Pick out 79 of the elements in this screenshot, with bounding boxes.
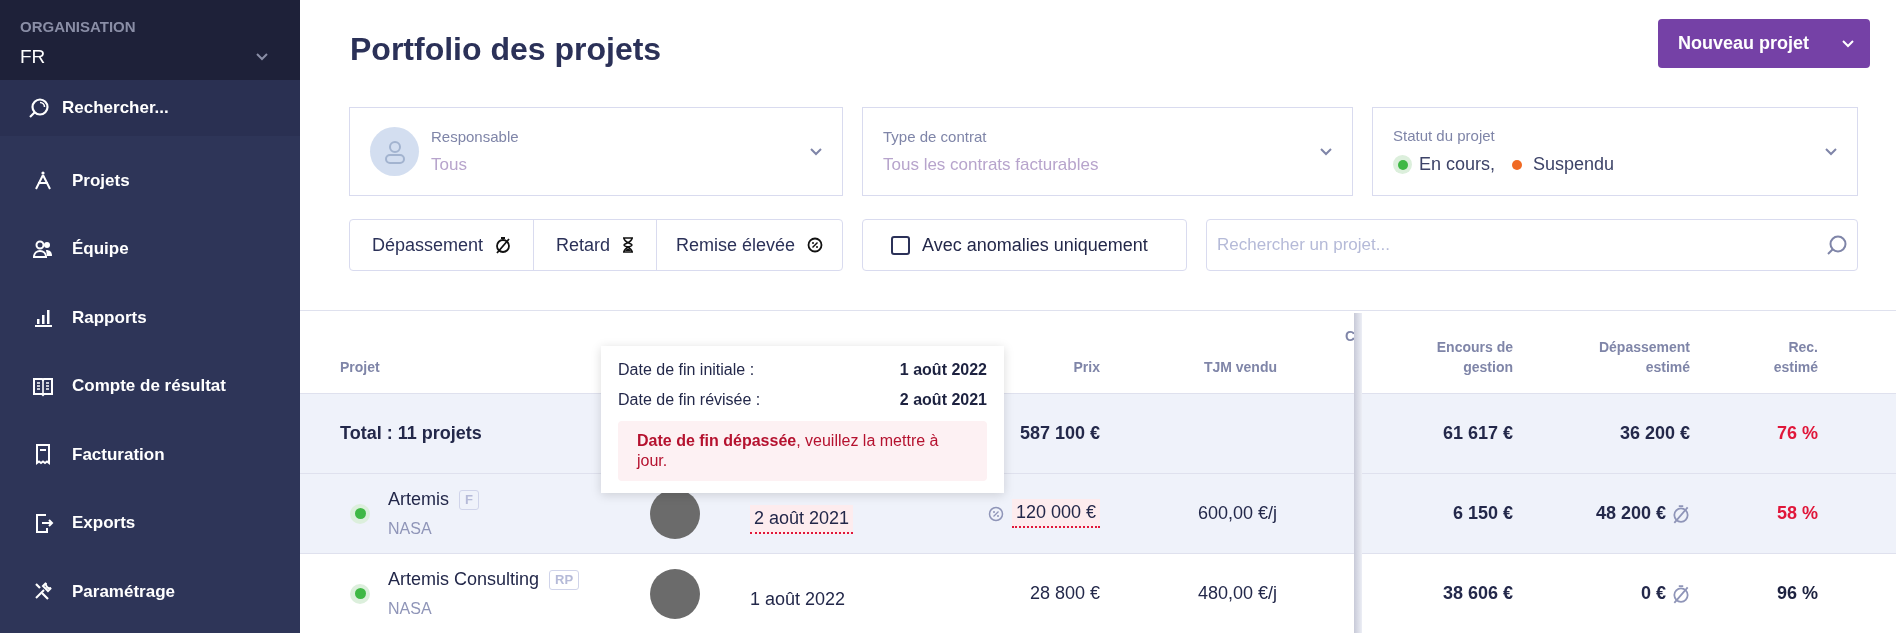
chevron-down-icon [810, 147, 822, 156]
price: 28 800 € [1029, 582, 1100, 605]
client-name: NASA [388, 519, 433, 539]
table-cell-text: 96 % [1776, 582, 1818, 605]
contract-tag: F [459, 489, 479, 510]
project-search-field[interactable]: Rechercher un projet... [1206, 219, 1858, 271]
sidebar-item[interactable]: Équipe [0, 214, 300, 283]
column-header: Projet [340, 358, 380, 377]
sidebar-item[interactable]: Paramétrage [0, 557, 300, 626]
table-cell-text: 480,00 €/j [1197, 582, 1277, 605]
tooltip-value: 1 août 2022 [899, 360, 987, 380]
column-header: Prix [1073, 358, 1100, 377]
search-button[interactable]: Rechercher... [0, 80, 300, 136]
filter-toggle-button[interactable]: Remise élevée [656, 220, 842, 270]
tooltip-label: Date de fin initiale : [618, 360, 755, 380]
filter-toggle-button[interactable]: Retard [533, 220, 656, 270]
client-name: NASA [388, 599, 433, 619]
table-cell-text: 58 % [1776, 502, 1818, 525]
organisation-selector[interactable]: ORGANISATION FR [0, 0, 300, 80]
discount-badge-icon [807, 237, 824, 253]
column-header: Encours de gestion [1435, 338, 1513, 377]
table-cell-text: 0 € [1640, 582, 1666, 605]
new-project-button[interactable]: Nouveau projet [1658, 19, 1870, 68]
warning-message: Date de fin dépassée, veuillez la mettre à jour. [618, 421, 987, 481]
organisation-label: ORGANISATION [20, 17, 137, 37]
project-name: Artemis [388, 488, 449, 511]
search-icon [1826, 234, 1848, 256]
anomalies-checkbox[interactable]: Avec anomalies uniquement [862, 219, 1187, 271]
owner-select[interactable]: Responsable Tous [349, 107, 843, 196]
stopwatch-slash-icon [495, 236, 512, 254]
column-header: C [1345, 327, 1355, 346]
tooltip-value: 2 août 2021 [899, 390, 987, 410]
organisation-value: FR [20, 44, 46, 69]
table-cell-text: 600,00 €/j [1197, 502, 1277, 525]
hourglass-icon [622, 237, 634, 253]
field-label: Statut du projet [1393, 125, 1496, 146]
table-cell-text: 76 % [1776, 422, 1818, 445]
tooltip-label: Date de fin révisée : [618, 390, 761, 410]
sidebar-item[interactable]: Compte de résultat [0, 351, 300, 420]
total-label: Total : 11 projets [340, 422, 482, 445]
sidebar-item[interactable]: Rapports [0, 283, 300, 352]
column-header: Dépassement estimé [1597, 338, 1690, 377]
search-icon [28, 97, 50, 119]
table-cell-text: 38 606 € [1442, 582, 1513, 605]
table-cell-text: 36 200 € [1619, 422, 1690, 445]
field-value: Tous les contrats facturables [883, 154, 1100, 176]
column-header: Rec. estimé [1772, 338, 1818, 377]
field-label: Type de contrat [883, 126, 988, 147]
sidebar-item[interactable]: Exports [0, 488, 300, 557]
chevron-down-icon [256, 52, 268, 61]
status-value: Suspendu [1533, 153, 1615, 177]
stopwatch-slash-icon [1672, 503, 1690, 524]
table-cell-text: 48 200 € [1595, 502, 1666, 525]
stopwatch-slash-icon [1672, 583, 1690, 604]
project-name: Artemis Consulting [388, 568, 540, 591]
end-date: 1 août 2022 [750, 588, 846, 611]
avatar-placeholder-icon [370, 127, 419, 176]
contract-select[interactable]: Type de contrat Tous les contrats facturables [862, 107, 1353, 196]
table-cell-text: 6 150 € [1452, 502, 1513, 525]
end-date: 2 août 2021 [750, 505, 854, 534]
table-cell-text: 587 100 € [1019, 422, 1100, 445]
chevron-down-icon [1320, 147, 1332, 156]
chevron-down-icon [1825, 147, 1837, 156]
chevron-down-icon [1842, 39, 1854, 48]
status-value: En cours, [1419, 153, 1496, 177]
page-title: Portfolio des projets [350, 30, 662, 69]
avatar-photo-placeholder [650, 568, 700, 619]
status-select[interactable]: Statut du projet En cours, Suspendu [1372, 107, 1858, 196]
sidebar-item[interactable]: Facturation [0, 420, 300, 489]
sidebar-item[interactable]: Projets [0, 146, 300, 215]
contract-tag: RP [549, 569, 580, 590]
price: 120 000 € [1011, 499, 1100, 528]
table-cell-text: 61 617 € [1442, 422, 1513, 445]
field-value: Tous [431, 154, 468, 176]
filter-toggle-button[interactable]: Dépassement [350, 220, 533, 270]
field-label: Responsable [431, 126, 520, 147]
compass-icon [32, 169, 54, 192]
table-row[interactable]: Artemis F NASA 2 août 2021 120 000 € 600,00 €/j 6 150 € 48 200 € 58 % [300, 473, 1896, 553]
column-header: TJM vendu [1203, 358, 1277, 377]
